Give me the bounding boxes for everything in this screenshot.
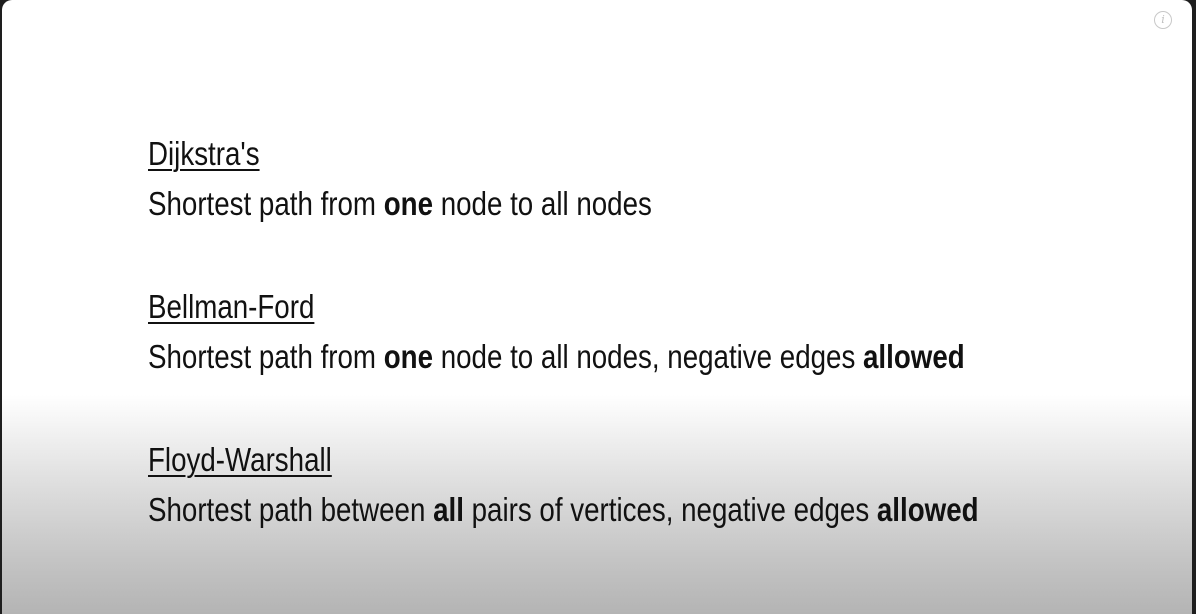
slide-content: Dijkstra's Shortest path from one node t… — [148, 134, 979, 593]
desc-emphasis: one — [383, 185, 434, 222]
algorithm-description: Shortest path from one node to all nodes… — [148, 333, 979, 381]
desc-emphasis: allowed — [876, 491, 979, 528]
desc-text: pairs of vertices, negative edges — [463, 491, 877, 528]
algorithm-title: Bellman-Ford — [148, 288, 315, 325]
algorithm-title: Dijkstra's — [148, 135, 260, 172]
algorithm-title: Floyd-Warshall — [148, 441, 332, 478]
desc-text: Shortest path between — [148, 491, 434, 528]
desc-text: node to all nodes — [433, 185, 652, 222]
desc-emphasis: one — [383, 338, 434, 375]
algorithm-block-bellman-ford: Bellman-Ford Shortest path from one node… — [148, 287, 979, 440]
video-frame: i Dijkstra's Shortest path from one node… — [0, 0, 1196, 614]
algorithm-description: Shortest path between all pairs of verti… — [148, 486, 979, 534]
algorithm-block-floyd-warshall: Floyd-Warshall Shortest path between all… — [148, 440, 979, 593]
desc-emphasis: allowed — [863, 338, 965, 375]
desc-text: node to all nodes, negative edges — [433, 338, 864, 375]
desc-emphasis: all — [433, 491, 464, 528]
info-icon[interactable]: i — [1154, 11, 1172, 29]
desc-text: Shortest path from — [148, 338, 384, 375]
algorithm-block-dijkstra: Dijkstra's Shortest path from one node t… — [148, 134, 979, 287]
slide: i Dijkstra's Shortest path from one node… — [2, 0, 1192, 614]
desc-text: Shortest path from — [148, 185, 384, 222]
algorithm-description: Shortest path from one node to all nodes — [148, 180, 979, 228]
